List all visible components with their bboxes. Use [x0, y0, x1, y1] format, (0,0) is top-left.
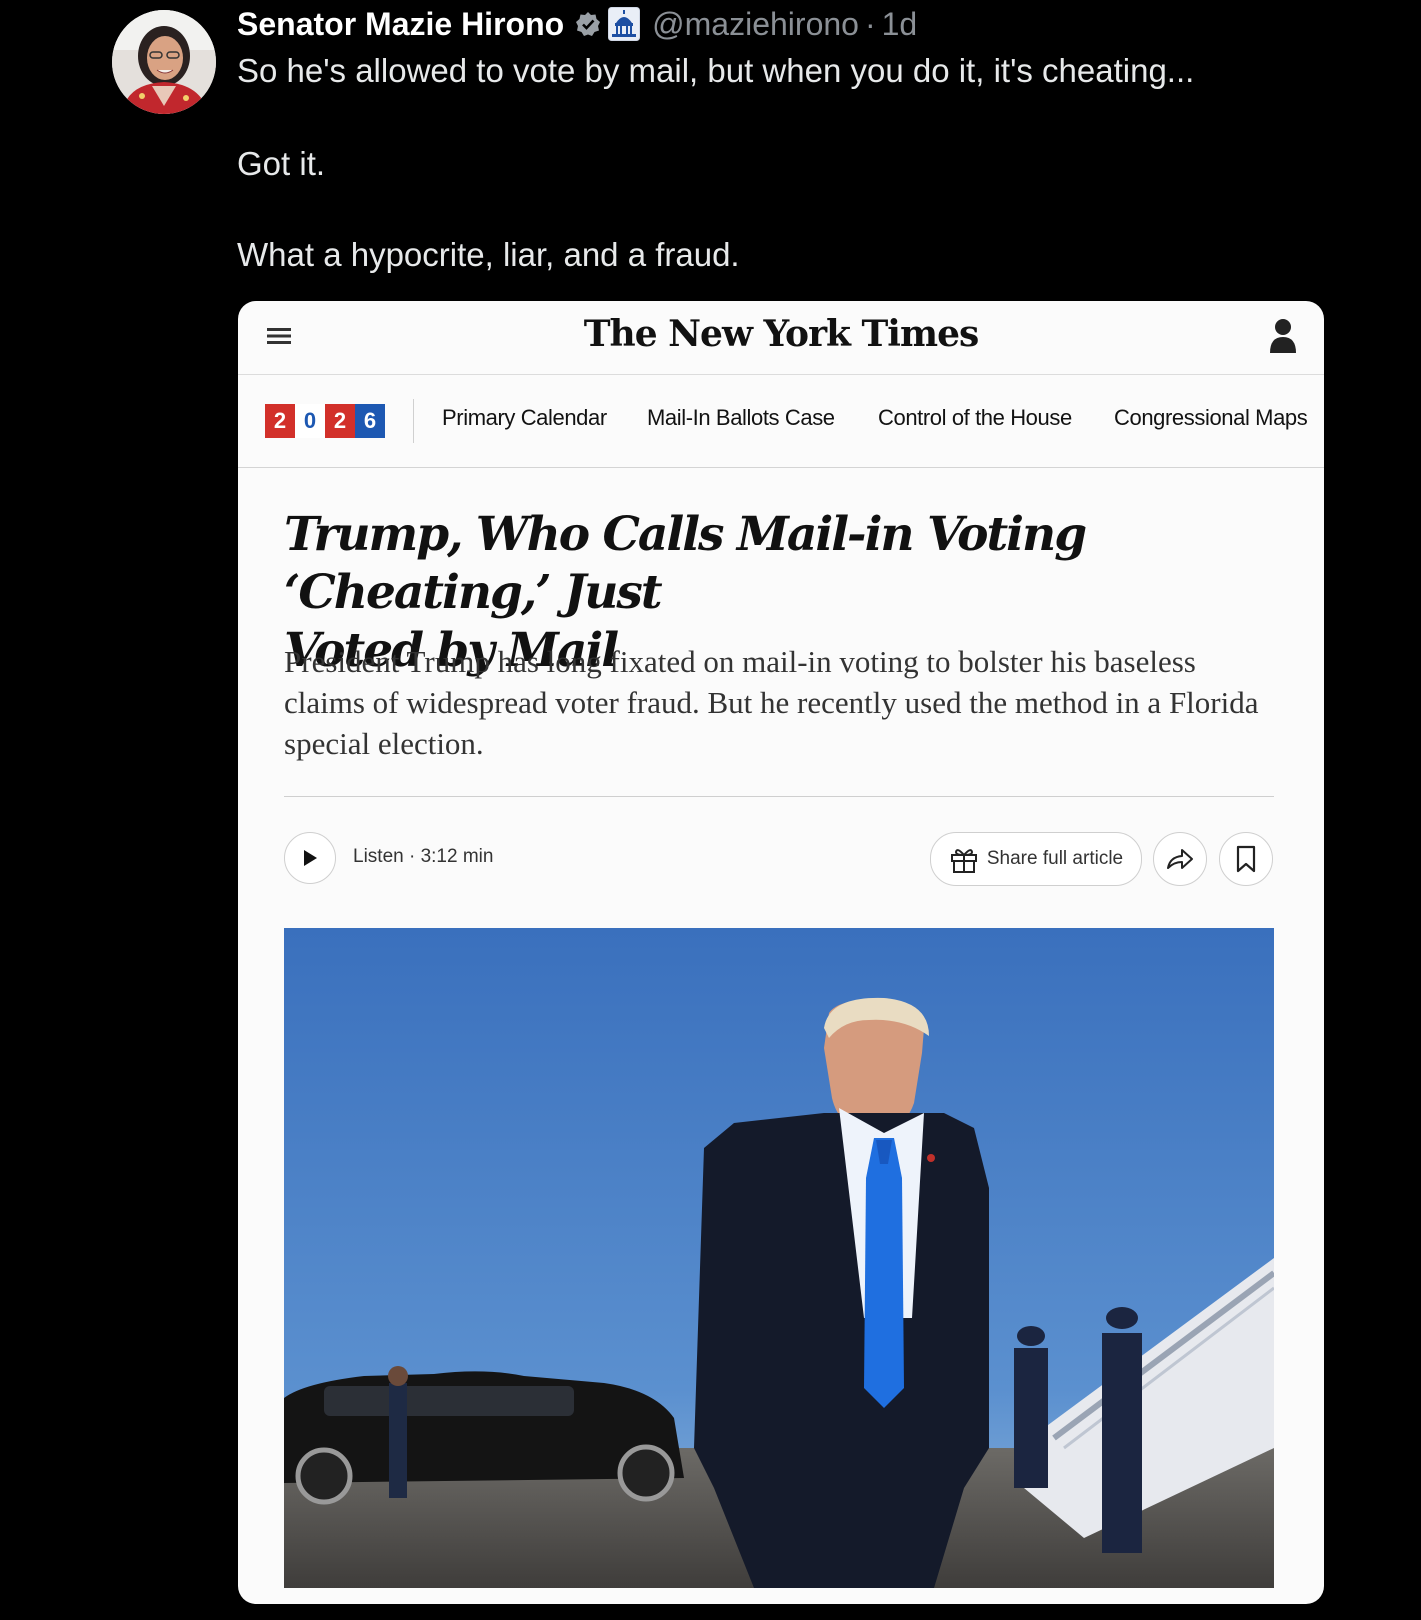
trump-tarmac-photo — [284, 928, 1274, 1588]
play-icon — [304, 850, 317, 866]
nav-mail-in-ballots-case[interactable]: Mail-In Ballots Case — [647, 405, 835, 431]
divider — [284, 796, 1274, 797]
capitol-affiliation-icon[interactable] — [608, 7, 641, 41]
tweet-text-line-2: Got it. — [237, 145, 326, 182]
badge-digit: 2 — [325, 404, 355, 438]
avatar[interactable] — [112, 10, 216, 114]
year-badge[interactable]: 2 0 2 6 — [265, 404, 385, 438]
display-name[interactable]: Senator Mazie Hirono — [237, 6, 564, 43]
election-nav-bar: 2 0 2 6 Primary Calendar Mail-In Ballots… — [238, 375, 1324, 468]
article-card[interactable]: The New York Times 2 0 2 6 Primary Calen… — [238, 301, 1324, 1604]
article-photo[interactable] — [284, 928, 1274, 1588]
handle[interactable]: @maziehirono — [652, 6, 859, 43]
play-button[interactable] — [284, 832, 336, 884]
badge-digit: 0 — [295, 404, 325, 438]
badge-digit: 6 — [355, 404, 385, 438]
share-button[interactable] — [1153, 832, 1207, 886]
verified-badge-icon — [574, 10, 602, 38]
share-full-article-label: Share full article — [986, 848, 1124, 869]
share-arrow-icon — [1167, 849, 1193, 869]
timestamp[interactable]: 1d — [882, 6, 918, 43]
tweet-text-line-3: What a hypocrite, liar, and a fraud. — [237, 236, 740, 273]
bookmark-icon — [1236, 845, 1256, 873]
bookmark-button[interactable] — [1219, 832, 1273, 886]
article-summary: President Trump has long fixated on mail… — [284, 644, 1259, 761]
headline-line-1: Trump, Who Calls Mail-in Voting ‘Cheatin… — [284, 507, 1087, 620]
tweet-header: Senator Mazie Hirono @maziehirono · 1d — [237, 4, 917, 44]
user-icon[interactable] — [1268, 317, 1298, 360]
avatar-photo — [112, 10, 216, 114]
share-full-article-button[interactable]: Share full article — [930, 832, 1142, 886]
nav-congressional-maps[interactable]: Congressional Maps — [1114, 405, 1308, 431]
listen-duration[interactable]: Listen · 3:12 min — [353, 846, 493, 868]
badge-digit: 2 — [265, 404, 295, 438]
nav-primary-calendar[interactable]: Primary Calendar — [442, 405, 607, 431]
nyt-top-bar: The New York Times — [238, 301, 1324, 375]
tweet-text-line-1: So he's allowed to vote by mail, but whe… — [237, 52, 1195, 89]
nav-control-of-the-house[interactable]: Control of the House — [878, 405, 1072, 431]
nyt-logo[interactable]: The New York Times — [238, 313, 1324, 355]
nav-divider — [413, 399, 414, 443]
gift-icon — [950, 849, 977, 873]
separator-dot: · — [864, 5, 876, 42]
